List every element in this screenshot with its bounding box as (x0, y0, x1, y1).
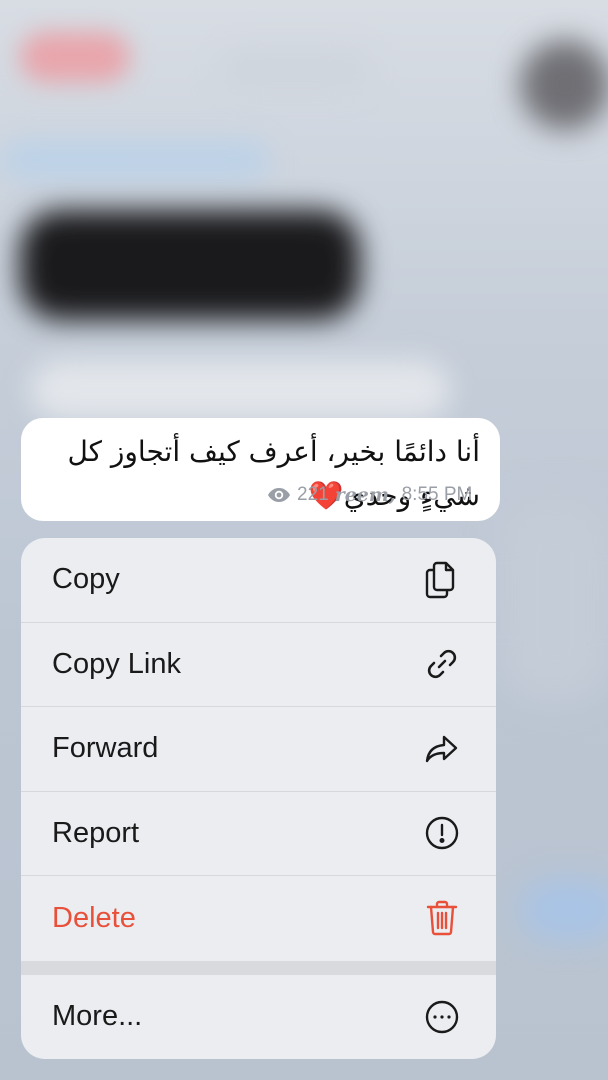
menu-item-delete[interactable]: Delete (21, 876, 496, 961)
blurred-button (520, 880, 608, 940)
blurred-avatar (520, 40, 608, 130)
report-icon (422, 813, 462, 853)
view-count: 221 (297, 484, 329, 505)
menu-item-label: Forward (52, 732, 159, 765)
blurred-pinned-bar (0, 140, 270, 180)
link-icon (422, 644, 462, 684)
blurred-back-button (20, 32, 130, 82)
blurred-message (500, 500, 608, 700)
menu-item-label: Report (52, 816, 140, 849)
trash-icon (422, 898, 462, 938)
menu-item-forward[interactable]: Forward (21, 707, 496, 792)
eye-icon (267, 487, 291, 503)
menu-item-label: Delete (52, 901, 136, 934)
message-time: 8:55 PM (401, 484, 473, 505)
blurred-message (20, 210, 360, 320)
blurred-message (30, 360, 450, 420)
author-signature: reem, (334, 484, 396, 506)
menu-item-copy-link[interactable]: Copy Link (21, 623, 496, 707)
message-bubble[interactable]: أنا دائمًا بخير، أعرف كيف أتجاوز كل شيءٍ… (21, 418, 500, 521)
menu-item-label: Copy Link (52, 647, 181, 680)
copy-icon (422, 560, 462, 600)
menu-item-copy[interactable]: Copy (21, 538, 496, 623)
menu-item-label: Copy (52, 563, 120, 596)
message-meta: 221 reem, 8:55 PM (267, 484, 472, 506)
context-menu: Copy Copy Link Forward Report Delete Mor… (21, 538, 496, 1059)
more-icon (422, 997, 462, 1037)
menu-item-report[interactable]: Report (21, 792, 496, 876)
menu-item-more[interactable]: More... (21, 975, 496, 1060)
menu-separator (21, 960, 496, 975)
menu-item-label: More... (52, 1000, 143, 1033)
blurred-title (220, 50, 370, 90)
forward-icon (422, 729, 462, 769)
